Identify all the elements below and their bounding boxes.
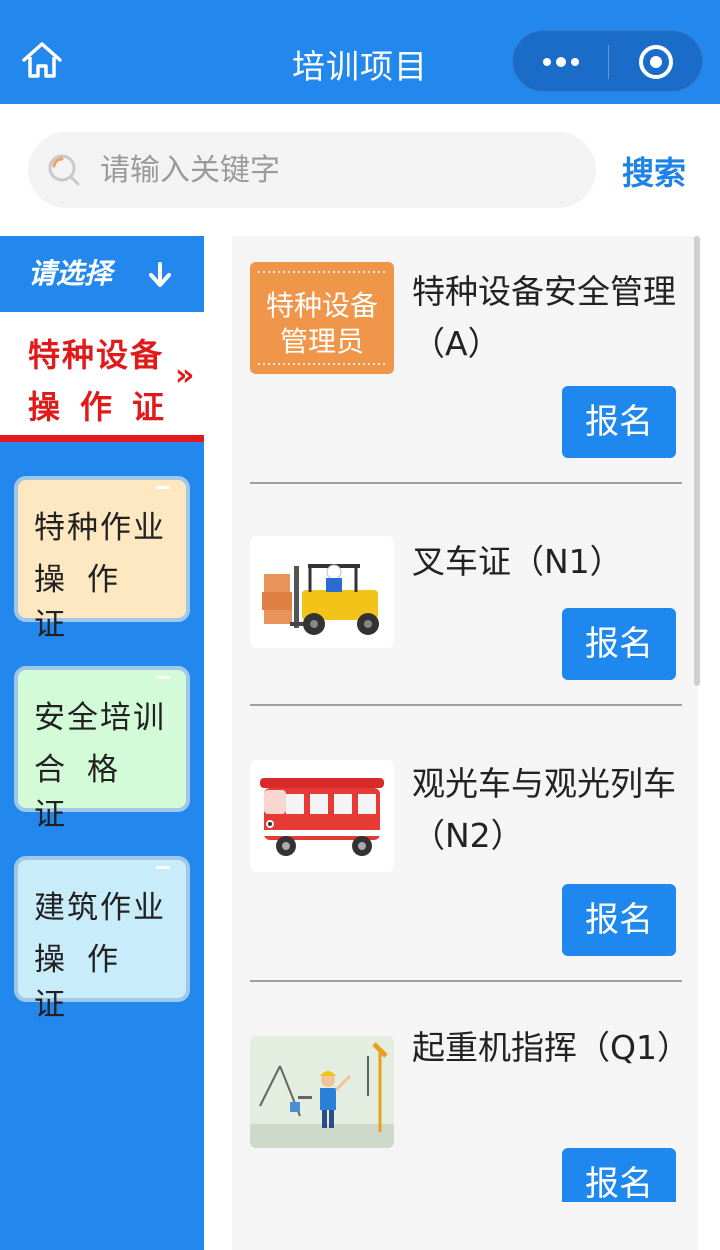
close-miniprogram-button[interactable]: [609, 31, 704, 93]
crane-signal-image: [250, 1036, 394, 1148]
sightseeing-car-image: [250, 760, 394, 872]
mini-program-capsule: [512, 30, 703, 92]
list-item: 叉车证（N1） 报名: [250, 484, 682, 706]
sidebar-item-label: 合格证: [34, 752, 140, 833]
sidebar-item-label: 特种设备: [28, 336, 165, 374]
search-bar: [28, 132, 596, 208]
sidebar-heading: 请选择: [0, 236, 204, 312]
search-icon: [48, 154, 80, 186]
card-dash: [156, 866, 170, 869]
search-button[interactable]: 搜索: [622, 148, 686, 194]
card-dash: [156, 676, 170, 679]
list-item: 特种设备 管理员 特种设备安全管理（A） 报名: [250, 236, 682, 484]
sidebar-item-label: 操作证: [34, 942, 140, 1023]
course-name: 特种设备安全管理（A）: [412, 272, 676, 363]
list-item: 观光车与观光列车（N2） 报名: [250, 706, 682, 982]
sidebar-item-safety-training[interactable]: 安全培训 合格证: [14, 666, 190, 833]
crane-signal-icon: [250, 1036, 394, 1148]
category-sidebar: 请选择 特种设备 操作证 » 特种作业 操作证 安全培训 合格证 建筑作业 操作…: [0, 236, 204, 1250]
forklift-icon: [250, 536, 394, 648]
course-name: 叉车证（N1）: [412, 542, 623, 581]
list-scrollbar[interactable]: [694, 236, 700, 686]
course-name: 起重机指挥（Q1）: [412, 1028, 690, 1067]
sidebar-item-label: 建筑作业: [34, 890, 166, 926]
enroll-button[interactable]: 报名: [562, 386, 676, 458]
course-thumbnail: 特种设备 管理员: [250, 262, 394, 374]
sidebar-item-label: 特种作业: [34, 510, 166, 546]
nav-bar: 培训项目: [0, 0, 720, 104]
more-button[interactable]: [513, 31, 608, 93]
sightseeing-car-icon: [250, 760, 394, 872]
target-icon: [639, 45, 673, 79]
arrow-down-icon: [149, 262, 171, 287]
sidebar-item-label: 安全培训: [34, 700, 166, 736]
double-chevron-right-icon: »: [175, 358, 195, 393]
list-item: 起重机指挥（Q1） 报名: [250, 982, 690, 1202]
sidebar-item-special-operations[interactable]: 特种作业 操作证: [14, 476, 190, 643]
sidebar-item-label: 操作证: [28, 388, 185, 426]
search-input[interactable]: [100, 132, 580, 208]
course-name: 观光车与观光列车（N2）: [412, 764, 676, 855]
forklift-image: [250, 536, 394, 648]
sidebar-item-special-equipment[interactable]: 特种设备 操作证 »: [0, 312, 204, 442]
sidebar-item-label: 操作证: [34, 562, 140, 643]
course-list[interactable]: 特种设备 管理员 特种设备安全管理（A） 报名 叉车证（N1） 报名 观光车与观…: [232, 236, 698, 1250]
course-list-viewport: 特种设备 管理员 特种设备安全管理（A） 报名 叉车证（N1） 报名 观光车与观…: [232, 236, 698, 1202]
thumbnail-label: 管理员: [279, 325, 364, 358]
more-dots-icon: [543, 57, 579, 67]
sidebar-item-construction-operations[interactable]: 建筑作业 操作证: [14, 856, 190, 1023]
enroll-button[interactable]: 报名: [562, 608, 676, 680]
card-dash: [156, 486, 170, 489]
sidebar-heading-label: 请选择: [28, 257, 113, 290]
enroll-button[interactable]: 报名: [562, 884, 676, 956]
enroll-button[interactable]: 报名: [562, 1148, 676, 1202]
thumbnail-label: 特种设备: [265, 289, 378, 322]
